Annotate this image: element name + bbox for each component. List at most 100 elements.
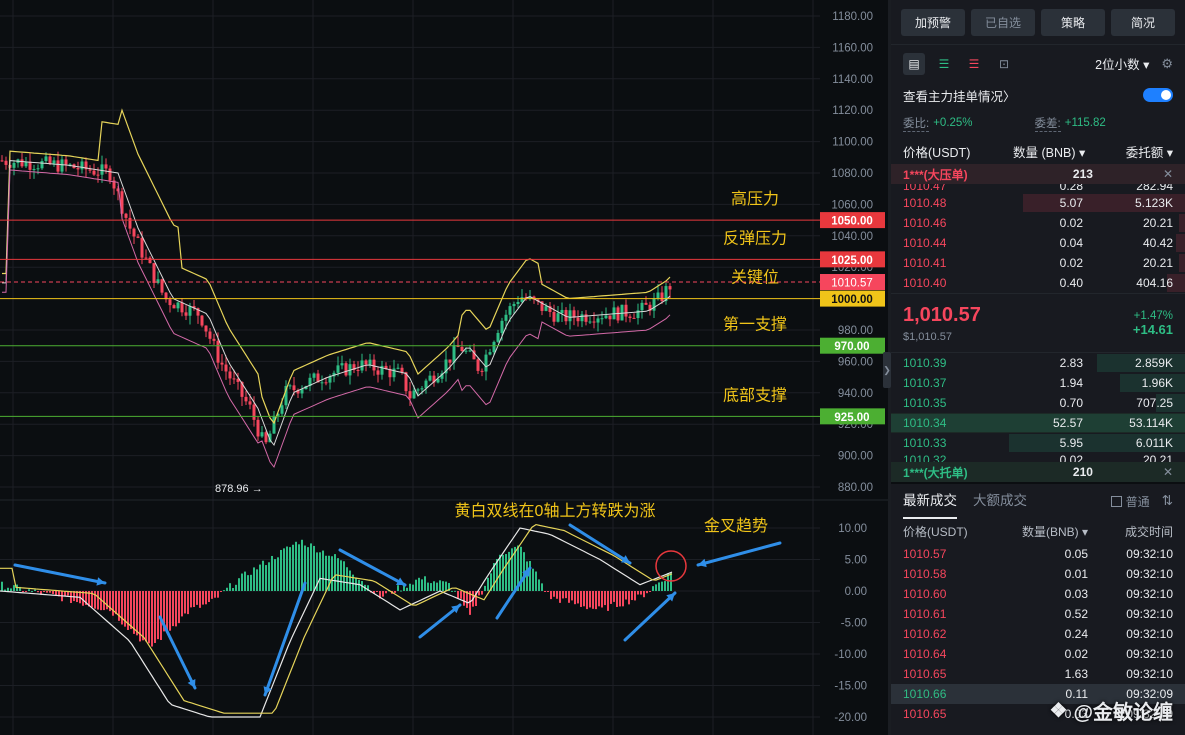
candle-body [364,360,368,365]
overview-button[interactable]: 简况 [1111,8,1175,36]
cross-annotation: 金叉趋势 [704,517,768,535]
candle-body [248,401,252,405]
candle-body [0,160,4,162]
bid-price: 1010.33 [903,436,947,450]
macd-histogram-bar [235,584,237,591]
add-alert-button[interactable]: 加预警 [901,8,965,36]
bid-row[interactable]: 1010.33 5.95 6.011K [891,433,1185,453]
header-qty[interactable]: 数量 (BNB) ▾ [1013,142,1085,161]
big-ask-bar[interactable]: 1***(大压单) 213 ✕ [891,164,1185,184]
ask-depth-bar [1179,254,1185,272]
bid-price: 1010.35 [903,396,947,410]
big-ask-qty: 213 [1072,167,1093,181]
trade-row: 1010.61 0.52 09:32:10 [891,604,1185,624]
macd-histogram-bar [616,591,618,607]
level-price-text: 1025.00 [831,255,873,267]
ask-qty: 0.40 [1059,276,1083,290]
ask-row[interactable]: 1010.41 0.02 20.21 [891,253,1185,273]
trade-time: 09:32:10 [1126,567,1173,581]
collapse-handle[interactable]: ❯ [883,352,891,388]
candle-body [128,217,132,229]
macd-histogram-bar [556,591,558,599]
normal-checkbox[interactable]: 普通 [1110,493,1150,510]
settings-icon[interactable]: ⚙ [1161,56,1173,72]
macd-histogram-bar [538,579,540,591]
candle-body [64,159,68,165]
ask-price: 1010.44 [903,236,947,250]
candle-body [412,390,416,399]
macd-histogram-bar [649,591,651,592]
ask-amount: 282.94 [1136,184,1173,193]
trade-row: 1010.58 0.01 09:32:10 [891,564,1185,584]
candle-body [640,302,644,311]
header-amount[interactable]: 委托额 ▾ [1083,142,1173,161]
macd-histogram-bar [223,590,225,592]
trade-qty: 1.63 [1064,667,1088,681]
current-price-text: 1010.57 [831,278,873,290]
bid-row[interactable]: 1010.39 2.83 2.859K [891,353,1185,373]
big-ask-label: 1***(大压单) [903,167,968,182]
candle-body [448,359,452,363]
trades-header-time: 成交时间 [1124,524,1173,539]
trade-price: 1010.57 [903,547,947,561]
depth-view-icon[interactable]: ⊡ [993,53,1015,75]
trades-header-qty[interactable]: 数量(BNB) ▾ [1013,523,1088,540]
macd-histogram-bar [442,581,444,591]
macd-histogram-bar [589,591,591,608]
kline-chart[interactable]: 1180.00 1160.00 1140.00 1120.00 1100.00 1080.… [0,0,888,735]
bid-row[interactable]: 1010.37 1.94 1.96K [891,373,1185,393]
macd-histogram-bar [586,591,588,610]
bids-only-view-icon[interactable]: ☰ [933,53,955,75]
macd-tick-label: -20.00 [834,712,867,724]
both-sides-view-icon[interactable]: ▤ [903,52,925,75]
ask-amount: 40.42 [1142,236,1173,250]
main-orders-link[interactable]: 查看主力挂单情况〉 [903,86,1016,105]
tab-large-trades[interactable]: 大额成交 [973,483,1027,519]
favorited-button[interactable]: 已自选 [971,8,1035,36]
asks-only-view-icon[interactable]: ☰ [963,53,985,75]
candle-body [200,315,204,326]
ask-row-partial[interactable]: 1010.47 0.28 282.94 [891,184,1185,193]
ask-row[interactable]: 1010.44 0.04 40.42 [891,233,1185,253]
ask-qty: 0.04 [1059,236,1083,250]
bid-row[interactable]: 1010.34 52.57 53.114K [891,413,1185,433]
macd-histogram-bar [604,591,606,606]
candle-body [244,396,248,402]
ask-row[interactable]: 1010.46 0.02 20.21 [891,213,1185,233]
macd-histogram-bar [49,591,51,593]
macd-histogram-bar [262,560,264,591]
macd-histogram-bar [418,577,420,591]
bid-price: 1010.39 [903,356,947,370]
candle-body [604,315,608,319]
bid-price: 1010.34 [903,416,947,430]
close-icon[interactable]: ✕ [1163,465,1173,479]
macd-histogram-bar [247,575,249,591]
candle-body [288,385,292,387]
candle-body [36,168,40,170]
filter-icon[interactable]: ⇅ [1162,493,1173,509]
macd-histogram-bar [256,569,258,591]
candle-body [80,161,84,170]
ask-qty: 0.02 [1059,256,1083,270]
ask-row[interactable]: 1010.40 0.40 404.16 [891,273,1185,293]
candle-body [324,382,328,384]
orderbook-view-row: ▤ ☰ ☰ ⊡ 2位小数 ▾ ⚙ [891,44,1185,82]
close-icon[interactable]: ✕ [1163,167,1173,181]
macd-histogram-bar [175,591,177,627]
decimals-select[interactable]: 2位小数 ▾ [1095,54,1149,73]
macd-histogram-bar [94,591,96,609]
big-bid-bar[interactable]: 1***(大托单) 210 ✕ [891,462,1185,482]
ask-row[interactable]: 1010.48 5.07 5.123K [891,193,1185,213]
macd-histogram-bar [253,567,255,591]
bid-row-partial[interactable]: 1010.32 0.02 20.21 [891,453,1185,462]
chart-canvas[interactable]: 1180.00 1160.00 1140.00 1120.00 1100.00 1080.… [0,0,888,735]
level-price-text: 970.00 [834,341,869,353]
main-orders-toggle[interactable] [1143,88,1173,102]
strategy-button[interactable]: 策略 [1041,8,1105,36]
bid-row[interactable]: 1010.35 0.70 707.25 [891,393,1185,413]
tab-latest-trades[interactable]: 最新成交 [903,483,957,519]
candle-body [624,304,628,317]
macd-histogram-bar [358,579,360,591]
candle-body [452,344,456,363]
candle-body [132,228,136,237]
